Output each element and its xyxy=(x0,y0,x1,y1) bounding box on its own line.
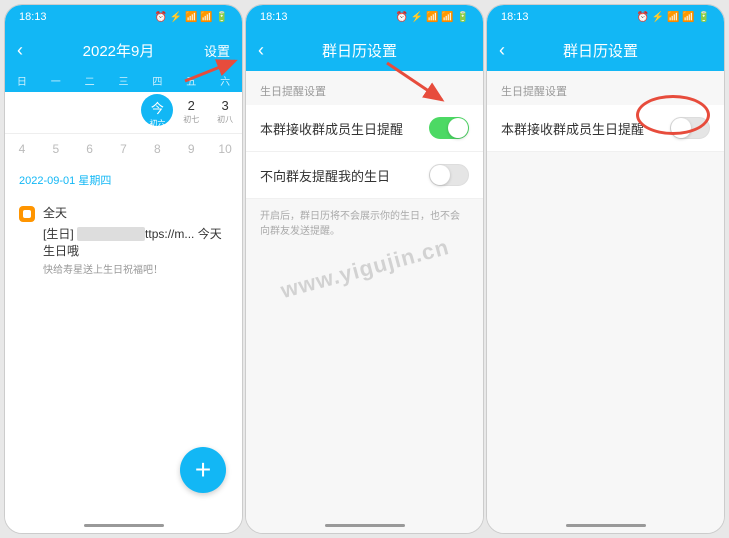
status-time: 18:13 xyxy=(19,11,47,23)
cal-cell[interactable]: 9 xyxy=(174,142,208,156)
event-allday: 全天 xyxy=(43,204,228,221)
setting-receive-birthday[interactable]: 本群接收群成员生日提醒 xyxy=(487,105,724,152)
event-subtitle: 快给寿星送上生日祝福吧！ xyxy=(43,261,228,276)
back-icon[interactable]: ‹ xyxy=(258,40,278,61)
cal-cell[interactable]: 10 xyxy=(208,142,242,156)
status-icons: ⏰ ⚡ 📶 📶 🔋 xyxy=(396,12,469,23)
cal-cell[interactable]: 6 xyxy=(73,142,107,156)
plus-icon: + xyxy=(195,454,211,486)
cal-cell[interactable]: 4 xyxy=(5,142,39,156)
phone-screen-2: 18:13 ⏰ ⚡ 📶 📶 🔋 ‹ 群日历设置 生日提醒设置 本群接收群成员生日… xyxy=(245,4,484,534)
section-label: 生日提醒设置 xyxy=(487,71,724,105)
calendar-content: 今 初六 2 初七 3 初八 4 5 6 7 8 9 10 2022-09-01… xyxy=(5,92,242,533)
cal-cell[interactable]: 3 初八 xyxy=(208,98,242,129)
status-bar: 18:13 ⏰ ⚡ 📶 📶 🔋 xyxy=(487,5,724,29)
status-time: 18:13 xyxy=(501,11,529,23)
header-title: 2022年9月 xyxy=(83,40,155,61)
weekday: 日 xyxy=(5,73,39,88)
calendar-event-icon xyxy=(19,206,35,222)
calendar-week-row: 今 初六 2 初七 3 初八 xyxy=(5,92,242,134)
settings-link[interactable]: 设置 xyxy=(200,41,230,60)
cal-cell[interactable]: 7 xyxy=(107,142,141,156)
cal-cell-today[interactable]: 今 初六 xyxy=(140,98,174,129)
status-time: 18:13 xyxy=(260,11,288,23)
weekday-row: 日 一 二 三 四 五 六 xyxy=(5,71,242,92)
toggle-receive-birthday[interactable] xyxy=(429,117,469,139)
cal-cell[interactable] xyxy=(5,98,39,129)
weekday: 二 xyxy=(73,73,107,88)
setting-hide-my-birthday[interactable]: 不向群友提醒我的生日 xyxy=(246,152,483,199)
back-icon[interactable]: ‹ xyxy=(499,40,519,61)
settings-content: 生日提醒设置 本群接收群成员生日提醒 xyxy=(487,71,724,533)
weekday: 五 xyxy=(174,73,208,88)
header: ‹ 群日历设置 xyxy=(487,29,724,71)
cal-cell[interactable] xyxy=(39,98,73,129)
header-title: 群日历设置 xyxy=(563,40,638,61)
setting-label: 不向群友提醒我的生日 xyxy=(260,166,390,185)
calendar-week-row-2: 4 5 6 7 8 9 10 xyxy=(5,134,242,162)
cal-cell[interactable] xyxy=(107,98,141,129)
setting-hint: 开启后，群日历将不会展示你的生日，也不会向群友发送提醒。 xyxy=(246,199,483,249)
cal-cell[interactable]: 8 xyxy=(140,142,174,156)
home-indicator[interactable] xyxy=(566,524,646,527)
event-title: [生日] ttps://m... 今天生日哦 xyxy=(43,225,228,259)
weekday: 一 xyxy=(39,73,73,88)
settings-content: 生日提醒设置 本群接收群成员生日提醒 不向群友提醒我的生日 开启后，群日历将不会… xyxy=(246,71,483,533)
cal-cell[interactable]: 5 xyxy=(39,142,73,156)
phone-screen-3: 18:13 ⏰ ⚡ 📶 📶 🔋 ‹ 群日历设置 生日提醒设置 本群接收群成员生日… xyxy=(486,4,725,534)
home-indicator[interactable] xyxy=(325,524,405,527)
toggle-receive-birthday[interactable] xyxy=(670,117,710,139)
cal-cell[interactable]: 2 初七 xyxy=(174,98,208,129)
status-icons: ⏰ ⚡ 📶 📶 🔋 xyxy=(637,12,710,23)
header: ‹ 2022年9月 设置 xyxy=(5,29,242,71)
add-event-fab[interactable]: + xyxy=(180,447,226,493)
cal-cell[interactable] xyxy=(73,98,107,129)
status-icons: ⏰ ⚡ 📶 📶 🔋 xyxy=(155,12,228,23)
setting-receive-birthday[interactable]: 本群接收群成员生日提醒 xyxy=(246,105,483,152)
weekday: 四 xyxy=(140,73,174,88)
back-icon[interactable]: ‹ xyxy=(17,40,37,61)
phone-screen-1: 18:13 ⏰ ⚡ 📶 📶 🔋 ‹ 2022年9月 设置 日 一 二 三 四 五… xyxy=(4,4,243,534)
status-bar: 18:13 ⏰ ⚡ 📶 📶 🔋 xyxy=(246,5,483,29)
weekday: 三 xyxy=(107,73,141,88)
setting-label: 本群接收群成员生日提醒 xyxy=(501,119,644,138)
home-indicator[interactable] xyxy=(84,524,164,527)
toggle-hide-birthday[interactable] xyxy=(429,164,469,186)
selected-date-label: 2022-09-01 星期四 xyxy=(5,162,242,194)
weekday: 六 xyxy=(208,73,242,88)
status-bar: 18:13 ⏰ ⚡ 📶 📶 🔋 xyxy=(5,5,242,29)
setting-label: 本群接收群成员生日提醒 xyxy=(260,119,403,138)
header-title: 群日历设置 xyxy=(322,40,397,61)
header: ‹ 群日历设置 xyxy=(246,29,483,71)
section-label: 生日提醒设置 xyxy=(246,71,483,105)
event-card[interactable]: 全天 [生日] ttps://m... 今天生日哦 快给寿星送上生日祝福吧！ xyxy=(5,194,242,286)
